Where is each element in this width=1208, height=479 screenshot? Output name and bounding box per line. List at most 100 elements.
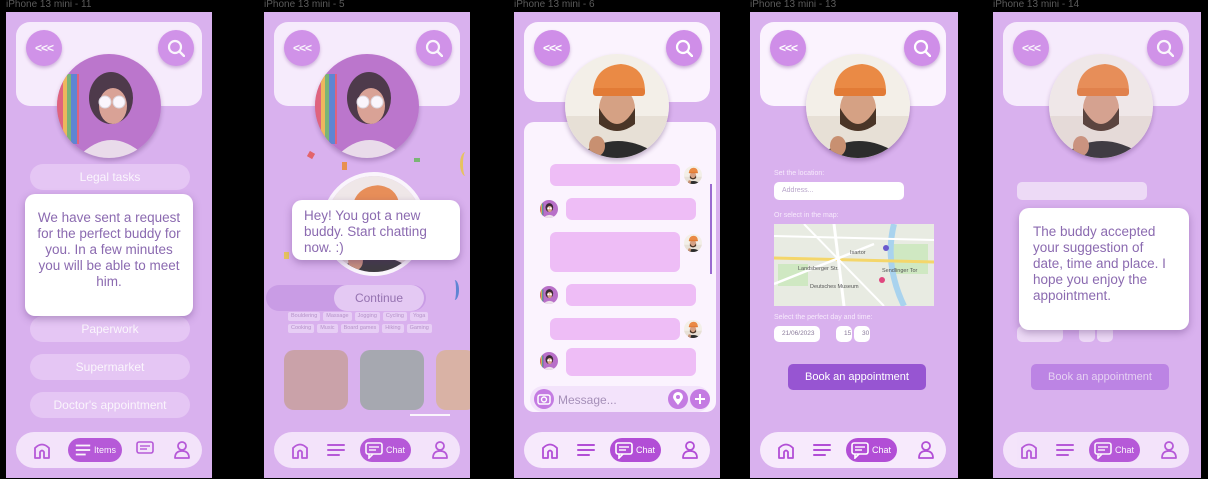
interest-tag[interactable]: Massage <box>323 312 352 321</box>
back-button[interactable]: <<< <box>770 30 806 66</box>
interest-tags: Bouldering Massage Jogging Cycling Yoga Cooki… <box>288 312 456 333</box>
search-icon <box>167 39 185 57</box>
nav-chat-tab[interactable]: Chat <box>610 438 662 462</box>
screen-chat: <<< Message... Chat <box>514 12 720 478</box>
search-button[interactable] <box>666 30 702 66</box>
home-icon[interactable] <box>290 440 310 460</box>
nav-tab-label: Chat <box>386 445 406 455</box>
map-place-label: Sendlinger Tor <box>882 268 918 274</box>
chat-icon <box>615 442 633 459</box>
list-icon[interactable] <box>812 440 832 460</box>
gallery-photo[interactable] <box>436 350 470 410</box>
task-pill[interactable]: Supermarket <box>30 354 190 380</box>
buddy-mini-avatar <box>684 234 702 252</box>
interest-tag[interactable]: Yoga <box>409 312 429 321</box>
profile-icon[interactable] <box>1159 440 1179 460</box>
home-icon[interactable] <box>776 440 796 460</box>
camera-button[interactable] <box>534 389 554 409</box>
minute-field[interactable]: 30 <box>854 326 870 342</box>
date-field[interactable]: 21/06/2023 <box>774 326 820 342</box>
search-button[interactable] <box>158 30 194 66</box>
back-arrows-icon: <<< <box>778 41 798 55</box>
day-time-label: Select the perfect day and time: <box>774 314 873 321</box>
home-icon[interactable] <box>540 440 560 460</box>
bottom-nav: Chat <box>1003 432 1189 468</box>
bottom-nav: Chat <box>524 432 710 468</box>
interest-tag[interactable]: Cycling <box>382 312 407 321</box>
add-button[interactable] <box>690 389 710 409</box>
gallery-photo[interactable] <box>284 350 348 410</box>
frame-title: iPhone 13 mini - 5 <box>264 0 345 10</box>
back-arrows-icon: <<< <box>292 41 312 55</box>
map-label: Or select in the map: <box>774 212 839 219</box>
task-pill[interactable]: Paperwork <box>30 316 190 342</box>
search-button[interactable] <box>904 30 940 66</box>
message-bubble-sent <box>550 318 680 340</box>
list-icon[interactable] <box>326 440 346 460</box>
appointment-accepted-popup: The buddy accepted your suggestion of da… <box>1019 208 1189 330</box>
message-bubble-sent <box>550 232 680 272</box>
map-view[interactable]: Landsberger Str. Sendlinger Tor Isartor … <box>774 224 934 306</box>
confetti <box>306 150 316 160</box>
nav-chat-tab[interactable]: Chat <box>846 438 898 462</box>
search-button[interactable] <box>1147 30 1183 66</box>
book-appointment-button[interactable]: Book an appointment <box>788 364 926 390</box>
back-button[interactable]: <<< <box>534 30 570 66</box>
chat-icon[interactable] <box>136 440 156 460</box>
nav-chat-tab[interactable]: Chat <box>360 438 412 462</box>
search-icon <box>425 39 443 57</box>
message-bubble-received <box>566 348 696 376</box>
camera-icon <box>537 394 551 405</box>
book-appointment-button[interactable]: Book an appointment <box>1031 364 1169 390</box>
back-button[interactable]: <<< <box>284 30 320 66</box>
chat-scrollbar[interactable] <box>710 184 712 274</box>
popup-message: The buddy accepted your suggestion of da… <box>1033 224 1166 303</box>
task-pill[interactable]: Legal tasks <box>30 164 190 190</box>
profile-icon[interactable] <box>916 440 936 460</box>
frame-title: iPhone 13 mini - 11 <box>6 0 92 10</box>
nav-items-tab[interactable]: Items <box>68 438 123 462</box>
confetti <box>460 152 470 176</box>
address-field[interactable]: Address... <box>774 182 904 200</box>
chat-icon <box>851 442 869 459</box>
message-bubble-received <box>566 198 696 220</box>
interest-tag[interactable]: Gaming <box>406 324 432 333</box>
user-mini-avatar <box>540 352 558 370</box>
list-icon[interactable] <box>1055 440 1075 460</box>
location-button[interactable] <box>668 389 688 409</box>
user-avatar <box>57 54 161 158</box>
nav-chat-tab[interactable]: Chat <box>1089 438 1141 462</box>
profile-icon[interactable] <box>430 440 450 460</box>
confetti <box>284 252 289 259</box>
interest-tag[interactable]: Bouldering <box>288 312 321 321</box>
user-mini-avatar <box>540 286 558 304</box>
location-label: Set the location: <box>774 170 825 177</box>
task-pill[interactable]: Doctor's appointment <box>30 392 190 418</box>
profile-icon[interactable] <box>680 440 700 460</box>
interest-tag[interactable]: Jogging <box>354 312 380 321</box>
interest-tag[interactable]: Cooking <box>288 324 315 333</box>
profile-icon[interactable] <box>172 440 192 460</box>
search-button[interactable] <box>416 30 452 66</box>
bottom-nav: Items <box>16 432 202 468</box>
interest-tag[interactable]: Music <box>317 324 338 333</box>
frame-title: iPhone 13 mini - 6 <box>514 0 595 10</box>
search-icon <box>913 39 931 57</box>
back-button[interactable]: <<< <box>26 30 62 66</box>
confetti <box>414 158 420 162</box>
message-bubble-received <box>566 284 696 306</box>
interest-tag[interactable]: Board games <box>340 324 380 333</box>
screen-appointment-accepted: <<< Book an appointment Chat The buddy a… <box>993 12 1201 478</box>
interest-tag[interactable]: Hiking <box>382 324 404 333</box>
list-icon[interactable] <box>576 440 596 460</box>
scroll-indicator <box>410 414 450 416</box>
message-input[interactable]: Message... <box>558 393 658 407</box>
continue-button[interactable]: Continue <box>334 285 424 311</box>
home-icon[interactable] <box>32 440 52 460</box>
back-button[interactable]: <<< <box>1013 30 1049 66</box>
home-icon[interactable] <box>1019 440 1039 460</box>
frame-title: iPhone 13 mini - 13 <box>750 0 837 10</box>
buddy-mini-avatar <box>684 320 702 338</box>
gallery-photo[interactable] <box>360 350 424 410</box>
popup-message: Hey! You got a new buddy. Start chatting… <box>304 208 427 255</box>
